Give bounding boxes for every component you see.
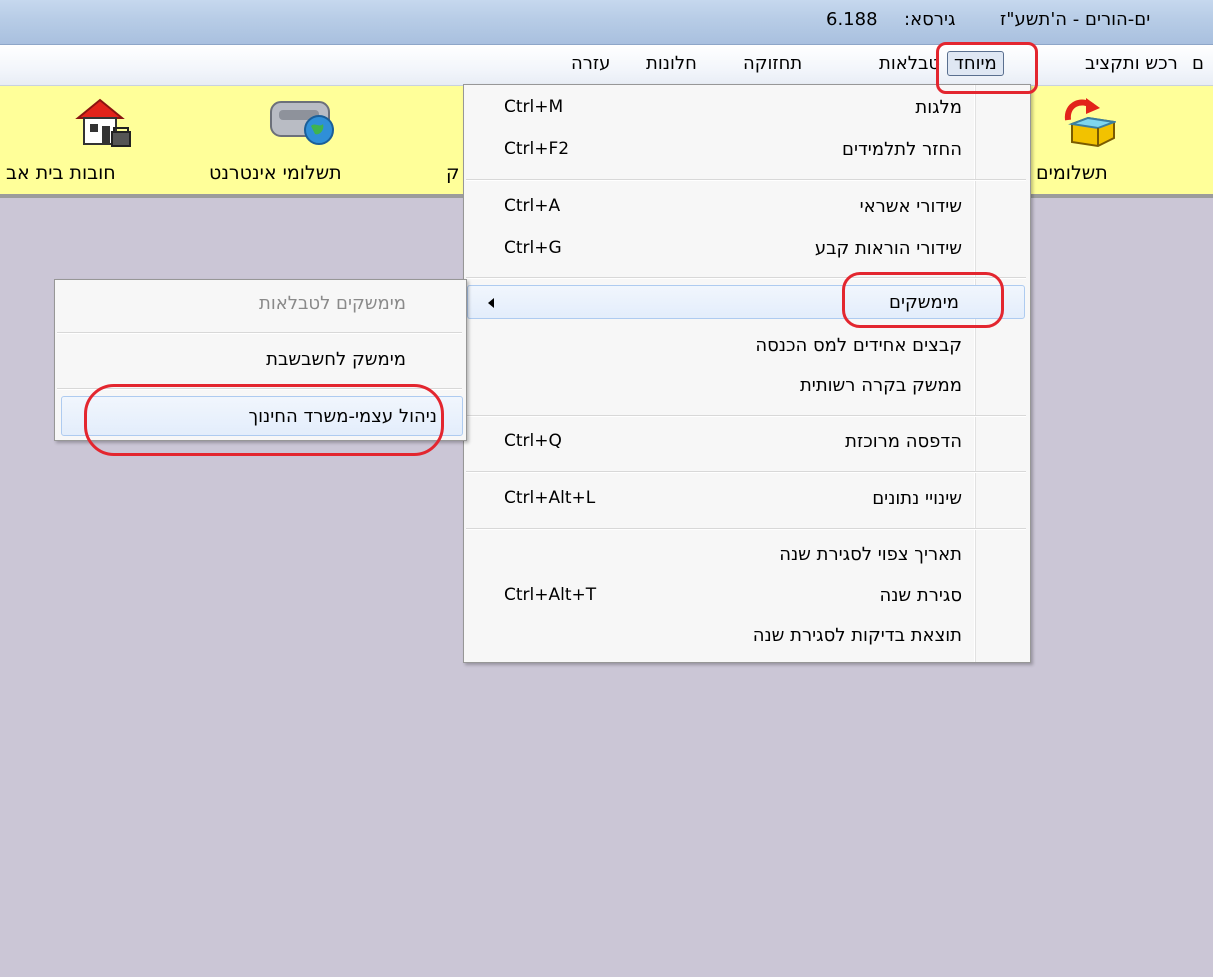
submenu-arrow-icon — [488, 298, 494, 308]
menu-option-label: שינויי נתונים — [872, 488, 962, 509]
toolbar-label-payments: תשלומים — [1036, 162, 1108, 184]
menu-option-shortcut: Ctrl+G — [504, 238, 562, 258]
menu-option-data-changes[interactable]: שינויי נתונים Ctrl+Alt+L — [464, 482, 1030, 516]
menu-option-label: החזר לתלמידים — [842, 139, 962, 160]
menu-option-municipal-control[interactable]: ממשק בקרה רשותית — [464, 369, 1030, 403]
menu-item-help[interactable]: עזרה — [571, 53, 610, 74]
menu-separator — [466, 415, 1026, 417]
menu-option-label: סגירת שנה — [879, 585, 962, 606]
household-debts-icon — [75, 98, 131, 147]
menu-option-shortcut: Ctrl+Q — [504, 431, 562, 451]
menu-option-label: תאריך צפוי לסגירת שנה — [779, 544, 962, 565]
menu-option-tax-files[interactable]: קבצים אחידים למס הכנסה — [464, 329, 1030, 363]
menu-option-year-close[interactable]: סגירת שנה Ctrl+Alt+T — [464, 579, 1030, 613]
version-number: 6.188 — [826, 9, 878, 30]
menu-option-scholarships[interactable]: מלגות Ctrl+M — [464, 91, 1030, 125]
internet-payments-icon — [270, 101, 334, 145]
menu-option-batch-print[interactable]: הדפסה מרוכזת Ctrl+Q — [464, 425, 1030, 459]
menu-option-shortcut: Ctrl+M — [504, 97, 564, 117]
menu-option-shortcut: Ctrl+Alt+L — [504, 488, 596, 508]
payments-box-icon — [1064, 98, 1116, 148]
menu-option-year-close-checks[interactable]: תוצאת בדיקות לסגירת שנה — [464, 619, 1030, 653]
menu-option-label: ממשק בקרה רשותית — [799, 375, 962, 396]
submenu-option-tables-interfaces: מימשקים לטבלאות — [55, 284, 466, 324]
menu-separator — [57, 332, 462, 334]
version-label: גירסא: — [904, 9, 956, 30]
annotation-ring-self-management — [84, 384, 444, 456]
title-bar: 6.188 גירסא: ים-הורים - ה'תשע"ז — [0, 0, 1213, 45]
menu-separator — [466, 471, 1026, 473]
menu-item-windows[interactable]: חלונות — [646, 53, 697, 74]
menu-item-truncated[interactable]: ם — [1192, 53, 1204, 74]
menu-option-shortcut: Ctrl+F2 — [504, 139, 570, 159]
toolbar-label-partial: ק — [446, 162, 460, 184]
menu-option-shortcut: Ctrl+A — [504, 196, 561, 216]
toolbar-button-internet-payments[interactable]: תשלומי אינטרנט — [205, 86, 405, 194]
menu-option-label: שידורי אשראי — [859, 196, 962, 217]
menu-item-tables[interactable]: טבלאות — [879, 53, 940, 74]
submenu-option-hashavshevet[interactable]: מימשק לחשבשבת — [55, 340, 466, 380]
annotation-ring-interfaces — [842, 272, 1004, 328]
menu-item-maintenance[interactable]: תחזוקה — [743, 53, 802, 74]
menu-option-expected-year-close-date[interactable]: תאריך צפוי לסגירת שנה — [464, 538, 1030, 572]
menu-option-label: מלגות — [915, 97, 962, 118]
toolbar-button-partial[interactable]: ק — [440, 86, 464, 194]
app-title: ים-הורים - ה'תשע"ז — [1000, 9, 1151, 30]
special-menu-dropdown: מלגות Ctrl+M החזר לתלמידים Ctrl+F2 שידור… — [463, 84, 1031, 663]
submenu-option-label: מימשקים לטבלאות — [259, 293, 406, 314]
menu-item-purchase-budget[interactable]: רכש ותקציב — [1085, 53, 1178, 74]
annotation-ring-special-menu — [936, 42, 1038, 94]
toolbar-button-payments[interactable]: תשלומים — [1030, 86, 1165, 194]
menu-separator — [466, 528, 1026, 530]
toolbar-button-household-debts[interactable]: חובות בית אב — [0, 86, 200, 194]
menu-option-shortcut: Ctrl+Alt+T — [504, 585, 597, 605]
menu-option-label: תוצאת בדיקות לסגירת שנה — [752, 625, 962, 646]
menu-option-student-refund[interactable]: החזר לתלמידים Ctrl+F2 — [464, 133, 1030, 167]
submenu-option-label: מימשק לחשבשבת — [266, 349, 406, 370]
toolbar-label-internet-payments: תשלומי אינטרנט — [209, 162, 342, 184]
menu-option-credit-transmissions[interactable]: שידורי אשראי Ctrl+A — [464, 190, 1030, 224]
menu-separator — [466, 179, 1026, 181]
toolbar-label-household-debts: חובות בית אב — [6, 162, 116, 184]
menu-option-label: שידורי הוראות קבע — [814, 238, 962, 259]
menu-option-standing-orders[interactable]: שידורי הוראות קבע Ctrl+G — [464, 232, 1030, 266]
menu-option-label: קבצים אחידים למס הכנסה — [755, 335, 962, 356]
menu-option-label: הדפסה מרוכזת — [845, 431, 962, 452]
